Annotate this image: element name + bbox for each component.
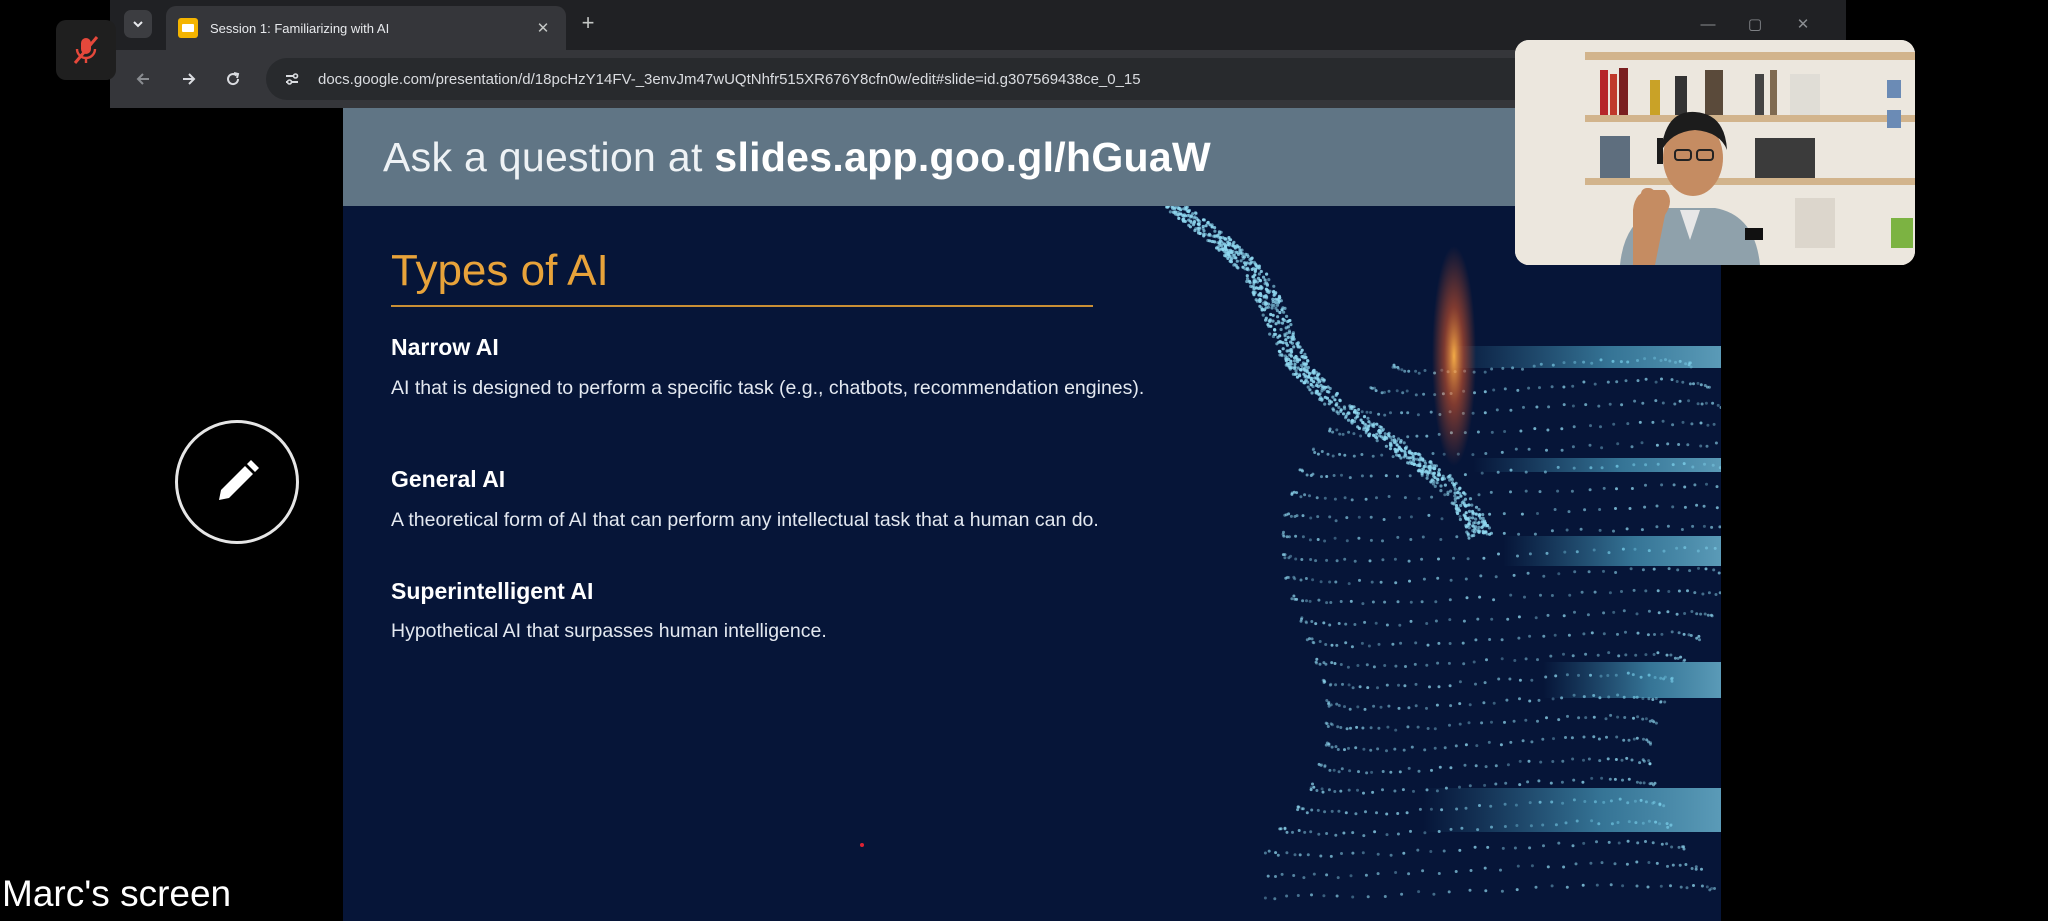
qa-link[interactable]: slides.app.goo.gl/hGuaW bbox=[714, 134, 1211, 180]
item-heading-superintelligent-ai: Superintelligent AI bbox=[391, 578, 594, 604]
maximize-icon[interactable]: ▢ bbox=[1742, 12, 1768, 38]
url-text: docs.google.com/presentation/d/18pcHzY14… bbox=[318, 70, 1141, 88]
particle-figure-illustration bbox=[1165, 206, 1721, 901]
pencil-icon bbox=[219, 460, 259, 500]
slide-title: Types of AI bbox=[391, 246, 609, 295]
arrow-left-icon bbox=[136, 73, 149, 85]
laser-pointer-dot bbox=[860, 843, 864, 847]
qa-banner-text: Ask a question at slides.app.goo.gl/hGua… bbox=[383, 134, 1211, 181]
annotate-button[interactable] bbox=[175, 420, 299, 544]
title-underline bbox=[391, 305, 1093, 307]
browser-tab-active[interactable]: Session 1: Familiarizing with AI ✕ bbox=[166, 6, 566, 50]
item-body-narrow-ai: AI that is designed to perform a specifi… bbox=[391, 377, 1145, 399]
address-bar[interactable]: docs.google.com/presentation/d/18pcHzY14… bbox=[266, 58, 1646, 100]
minimize-icon[interactable]: — bbox=[1695, 12, 1721, 38]
presenter-label: Marc's screen bbox=[2, 873, 232, 914]
mic-off-icon bbox=[73, 36, 99, 64]
tab-close-icon[interactable]: ✕ bbox=[532, 17, 554, 39]
google-slides-icon bbox=[178, 18, 198, 38]
back-button[interactable] bbox=[128, 64, 158, 94]
new-tab-button[interactable]: + bbox=[576, 12, 600, 36]
reload-icon bbox=[227, 72, 240, 86]
site-settings-icon[interactable] bbox=[280, 67, 304, 91]
chevron-down-icon bbox=[133, 21, 143, 28]
tab-title: Session 1: Familiarizing with AI bbox=[210, 20, 390, 36]
forward-button[interactable] bbox=[174, 64, 204, 94]
item-body-general-ai: A theoretical form of AI that can perfor… bbox=[391, 509, 1099, 531]
reload-button[interactable] bbox=[218, 64, 248, 94]
mic-muted-indicator[interactable] bbox=[56, 20, 116, 80]
arrow-right-icon bbox=[183, 73, 196, 85]
window-close-icon[interactable]: ✕ bbox=[1790, 12, 1816, 38]
item-heading-general-ai: General AI bbox=[391, 466, 506, 492]
tab-search-button[interactable] bbox=[124, 10, 152, 38]
item-heading-narrow-ai: Narrow AI bbox=[391, 334, 499, 360]
item-body-superintelligent-ai: Hypothetical AI that surpasses human int… bbox=[391, 620, 827, 642]
slide-content: Types of AI Narrow AI AI that is designe… bbox=[343, 206, 1721, 921]
participant-video-thumbnail[interactable] bbox=[1515, 40, 1915, 265]
qa-banner-lead: Ask a question at bbox=[383, 133, 715, 180]
